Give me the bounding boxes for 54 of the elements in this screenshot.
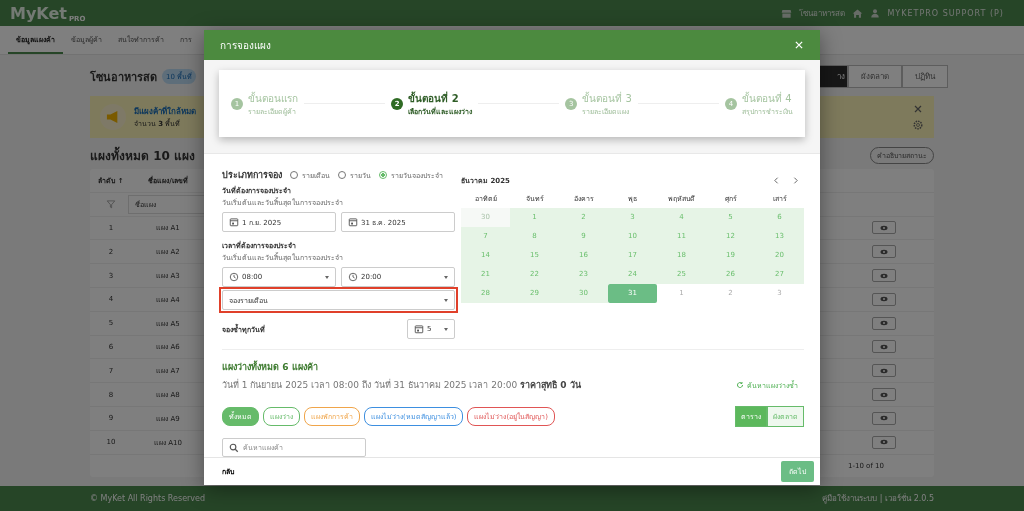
view-toggle[interactable]: ผังตลาด: [848, 65, 902, 88]
view-toggle[interactable]: ปฏิทิน: [902, 65, 948, 88]
search-icon: [229, 442, 239, 453]
booking-summary: วันที่ 1 กันยายน 2025 เวลา 08:00 ถึง วันที่ 31 ธันวาคม 2025 เวลา 20:00 ราคาสุทธิ 0 วัน: [222, 378, 581, 392]
copyright-text: © MyKet All Rights Reserved: [90, 494, 206, 503]
step-title: ขั้นตอนที่ 4: [742, 90, 793, 106]
view-button[interactable]: [872, 411, 896, 425]
logo-text[interactable]: MyKet: [10, 3, 67, 23]
view-button[interactable]: [872, 316, 896, 330]
view-button[interactable]: [872, 435, 896, 449]
eye-icon: [879, 319, 889, 328]
stalls-heading: แผงทั้งหมด 10 แผง: [90, 146, 196, 165]
eye-icon: [879, 247, 889, 256]
close-icon[interactable]: [794, 40, 804, 50]
step-title: ขั้นตอนแรก: [248, 90, 298, 106]
close-icon[interactable]: [912, 103, 924, 115]
eye-icon: [879, 271, 889, 280]
eye-icon: [879, 438, 889, 447]
available-title: แผงว่างทั้งหมด 6 แผงค้า: [222, 360, 319, 374]
view-button[interactable]: [872, 292, 896, 306]
view-button[interactable]: [872, 221, 896, 235]
calendar-icon: [348, 217, 358, 227]
clock-icon: [348, 272, 358, 282]
chevron-right-icon[interactable]: [791, 176, 800, 185]
megaphone-icon: [100, 104, 126, 130]
home-icon[interactable]: [852, 7, 864, 19]
view-button[interactable]: [872, 364, 896, 378]
booking-type-label: ประเภทการจอง: [222, 169, 282, 182]
dialog-title: การจองแผง: [220, 38, 271, 53]
clock-icon: [229, 272, 239, 282]
eye-icon: [879, 295, 889, 304]
settings-icon[interactable]: [912, 119, 924, 131]
eye-icon: [879, 224, 889, 232]
view-button[interactable]: [872, 245, 896, 259]
view-button[interactable]: [872, 388, 896, 402]
eye-icon: [879, 342, 889, 351]
eye-icon: [879, 366, 889, 375]
eye-icon: [879, 414, 889, 423]
user-icon: [870, 8, 881, 18]
zone-name[interactable]: โซนอาหารสด: [799, 6, 846, 20]
calendar-icon: [414, 324, 424, 334]
calendar-icon: [229, 217, 239, 227]
chevron-left-icon[interactable]: [772, 176, 781, 185]
refresh-icon: [736, 381, 744, 389]
step-title: ขั้นตอนที่ 3: [582, 90, 632, 106]
footer-links[interactable]: คู่มือใช้งานระบบ | เวอร์ชั่น 2.0.5: [822, 492, 934, 505]
page-title: โซนอาหารสด: [90, 69, 157, 86]
alert-title: มีแผงค้าที่ใกล้หมด: [134, 105, 196, 118]
view-button[interactable]: [872, 269, 896, 283]
store-icon: [781, 7, 793, 19]
user-name[interactable]: MYKETPRO SUPPORT (P): [887, 8, 1004, 18]
step-title: ขั้นตอนที่ 2: [408, 90, 460, 106]
eye-icon: [879, 390, 889, 399]
view-button[interactable]: [872, 340, 896, 354]
